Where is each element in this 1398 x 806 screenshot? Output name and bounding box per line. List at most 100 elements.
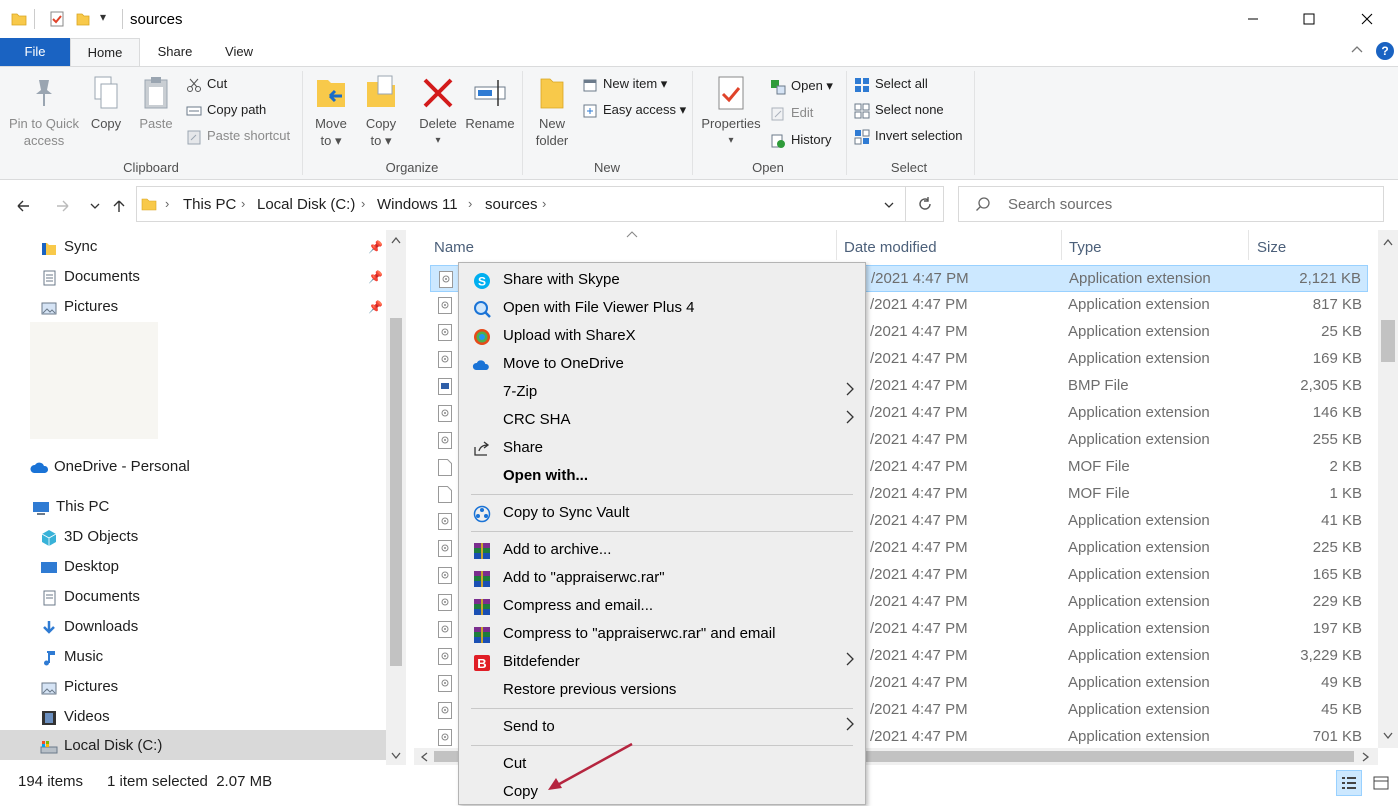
easy-access-button[interactable]: Easy access ▾ [582,99,686,121]
breadcrumb-windows-11[interactable]: Windows 11 [377,196,458,213]
nav-item-music[interactable]: Music [40,642,103,672]
copy-to-button[interactable]: Copy to ▾ [358,73,404,149]
select-none-button[interactable]: Select none [854,99,944,121]
details-view-icon[interactable] [1336,770,1362,796]
submenu-arrow-icon [846,406,854,434]
new-folder-qat-icon[interactable] [74,10,92,28]
move-to-button[interactable]: Move to ▾ [308,73,354,149]
recent-locations-chevron-icon[interactable] [84,195,106,217]
pin-to-quick-access-button[interactable]: Pin to Quick access [4,73,84,149]
tab-share[interactable]: Share [140,38,210,66]
submenu-arrow-icon [846,648,854,676]
tab-home[interactable]: Home [70,38,140,67]
menu-item-add-to-archive[interactable]: Add to archive... [460,536,864,564]
nav-item-pictures-quick[interactable]: Pictures [40,292,118,322]
file-date: /2021 4:47 PM [870,323,968,340]
maximize-button[interactable] [1280,0,1338,38]
menu-item-restore-previous-versions[interactable]: Restore previous versions [460,676,864,704]
menu-item-share[interactable]: Share [460,434,864,462]
menu-item-share-with-skype[interactable]: S Share with Skype [460,266,864,294]
nav-item-documents-quick[interactable]: Documents [40,262,140,292]
file-scroll-thumb[interactable] [1381,320,1395,362]
column-header-name[interactable]: Name [434,239,474,256]
nav-item-videos[interactable]: Videos [40,702,110,732]
nav-item-this-pc[interactable]: This PC [32,492,109,522]
menu-item-copy-to-sync-vault[interactable]: Copy to Sync Vault [460,499,864,527]
menu-item-upload-sharex[interactable]: Upload with ShareX [460,322,864,350]
pin-icon[interactable]: 📌 [368,270,383,284]
paste-shortcut-button[interactable]: Paste shortcut [186,125,290,147]
delete-button[interactable]: Delete ▾ [414,73,462,149]
pin-icon[interactable]: 📌 [368,240,383,254]
nav-item-desktop[interactable]: Desktop [40,552,119,582]
search-input[interactable]: Search sources [1008,196,1112,213]
nav-item-3d-objects[interactable]: 3D Objects [40,522,138,552]
properties-button[interactable]: Properties ▾ [698,73,764,149]
breadcrumb-this-pc[interactable]: This PC [183,196,236,213]
nav-item-onedrive[interactable]: OneDrive - Personal [30,452,190,482]
breadcrumb-local-disk[interactable]: Local Disk (C:) [257,196,355,213]
invert-selection-button[interactable]: Invert selection [854,125,962,147]
close-button[interactable] [1338,0,1396,38]
breadcrumb-sources[interactable]: sources [485,196,538,213]
onedrive-cloud-icon [30,458,49,476]
new-item-button[interactable]: New item ▾ [582,73,667,95]
clipboard-group-label: Clipboard [123,160,179,175]
history-button[interactable]: History [770,129,831,151]
edit-button[interactable]: Edit [770,102,813,124]
rename-button[interactable]: Rename [464,73,516,132]
menu-item-copy[interactable]: Copy [460,778,864,806]
menu-item-bitdefender[interactable]: B Bitdefender [460,648,864,676]
menu-item-7zip[interactable]: 7-Zip [460,378,864,406]
menu-item-add-to-rar[interactable]: Add to "appraiserwc.rar" [460,564,864,592]
new-group-label: New [593,160,620,175]
nav-item-documents[interactable]: Documents [40,582,140,612]
menu-item-open-with[interactable]: Open with... [460,462,864,490]
file-icon [438,486,452,503]
nav-scroll-thumb[interactable] [390,318,402,666]
back-arrow-icon[interactable] [12,195,34,217]
new-folder-button[interactable]: New folder [530,73,574,149]
copy-button[interactable]: Copy [84,73,128,132]
paste-button[interactable]: Paste [132,73,180,132]
help-icon[interactable]: ? [1376,42,1394,60]
forward-arrow-icon[interactable] [52,195,74,217]
collapse-ribbon-icon[interactable] [1350,43,1364,60]
cut-button[interactable]: Cut [186,73,227,95]
documents-icon [40,588,58,606]
nav-item-downloads[interactable]: Downloads [40,612,138,642]
large-icons-view-icon[interactable] [1368,770,1394,796]
menu-item-compress-and-email[interactable]: Compress and email... [460,592,864,620]
up-arrow-icon[interactable] [108,195,130,217]
minimize-button[interactable] [1224,0,1282,38]
tab-view[interactable]: View [208,38,270,66]
nav-item-sync[interactable]: Sync [40,232,97,262]
menu-item-send-to[interactable]: Send to [460,713,864,741]
select-all-button[interactable]: Select all [854,73,928,95]
file-scrollbar[interactable] [1378,230,1398,748]
menu-item-compress-rar-and-email[interactable]: Compress to "appraiserwc.rar" and email [460,620,864,648]
refresh-button[interactable] [906,186,944,222]
item-count: 194 items [18,773,84,790]
qat-dropdown-icon[interactable]: ▾ [100,10,106,24]
menu-item-crc-sha[interactable]: CRC SHA [460,406,864,434]
column-header-type[interactable]: Type [1069,239,1102,256]
address-dropdown-chevron-icon[interactable] [883,198,895,214]
nav-scrollbar[interactable] [386,230,406,765]
copy-path-button[interactable]: Copy path [186,99,266,121]
open-button[interactable]: Open ▾ [770,75,833,97]
nav-item-pictures[interactable]: Pictures [40,672,118,702]
menu-item-move-to-onedrive[interactable]: Move to OneDrive [460,350,864,378]
scroll-left-icon [420,752,428,762]
column-header-size[interactable]: Size [1257,239,1286,256]
file-type: BMP File [1068,377,1129,394]
pin-icon[interactable]: 📌 [368,300,383,314]
menu-item-cut[interactable]: Cut [460,750,864,778]
tab-file[interactable]: File [0,38,70,66]
properties-qat-icon[interactable] [48,10,66,28]
nav-item-local-disk[interactable]: Local Disk (C:) [40,731,162,761]
search-box[interactable]: Search sources [958,186,1384,222]
menu-item-file-viewer-plus[interactable]: Open with File Viewer Plus 4 [460,294,864,322]
address-bar[interactable]: › This PC › Local Disk (C:) › Windows 11… [136,186,906,222]
column-header-date[interactable]: Date modified [844,239,937,256]
